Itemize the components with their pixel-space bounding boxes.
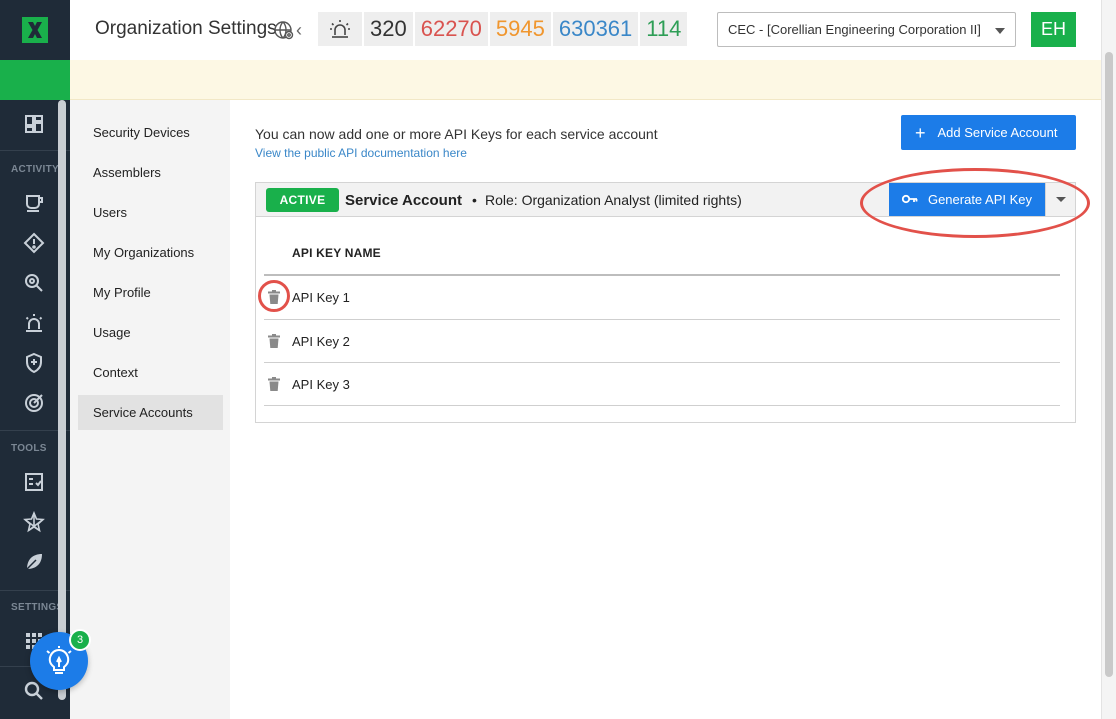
table-row: API Key 3	[264, 363, 1060, 406]
intro-text: You can now add one or more API Keys for…	[255, 126, 658, 142]
stat-critical[interactable]: 62270	[414, 12, 488, 46]
table-row: API Key 2	[264, 320, 1060, 363]
dashboard-icon[interactable]	[21, 111, 47, 137]
window-scrollbar[interactable]	[1101, 0, 1116, 719]
notice-banner	[70, 60, 1101, 100]
trash-icon[interactable]	[268, 377, 280, 391]
stat-total[interactable]: 320	[364, 12, 413, 46]
stat-value: 320	[370, 16, 407, 41]
api-key-name: API Key 3	[292, 377, 350, 392]
key-icon	[901, 192, 918, 207]
alert-stats: 320 62270 5945 630361 114	[318, 12, 689, 46]
stat-value: 62270	[420, 16, 482, 41]
subnav-item-my-profile[interactable]: My Profile	[78, 275, 223, 310]
target-icon[interactable]	[21, 390, 47, 416]
generate-api-key-button[interactable]: Generate API Key	[889, 183, 1045, 216]
chevron-down-icon	[995, 28, 1005, 34]
trash-icon[interactable]	[268, 334, 280, 348]
globe-settings-icon[interactable]	[273, 19, 295, 41]
app-logo[interactable]	[0, 0, 70, 60]
subnav-item-security-devices[interactable]: Security Devices	[78, 115, 223, 150]
collapse-chevron-icon[interactable]: ‹	[296, 20, 302, 41]
alarm-stat-icon[interactable]	[318, 12, 362, 46]
logo-icon	[22, 17, 48, 43]
api-docs-link[interactable]: View the public API documentation here	[255, 146, 467, 160]
api-key-name-header: API KEY NAME	[292, 246, 381, 260]
table-row: API Key 1	[264, 276, 1060, 319]
organization-select[interactable]: CEC - [Corellian Engineering Corporation…	[717, 12, 1016, 47]
threat-search-icon[interactable]	[21, 270, 47, 296]
main-content: You can now add one or more API Keys for…	[230, 100, 1101, 719]
generate-api-key-label: Generate API Key	[927, 192, 1033, 207]
activity-cup-icon[interactable]	[21, 190, 47, 216]
stat-value: 114	[646, 16, 682, 41]
subnav-item-my-organizations[interactable]: My Organizations	[78, 235, 223, 270]
status-badge: ACTIVE	[266, 188, 339, 212]
shield-icon[interactable]	[21, 350, 47, 376]
subnav-item-usage[interactable]: Usage	[78, 315, 223, 350]
network-star-icon[interactable]	[21, 509, 47, 535]
api-key-name: API Key 2	[292, 334, 350, 349]
organization-select-value: CEC - [Corellian Engineering Corporation…	[728, 22, 981, 37]
role-separator: •	[472, 192, 477, 208]
checklist-icon[interactable]	[21, 469, 47, 495]
leaf-icon[interactable]	[21, 549, 47, 575]
subnav-item-service-accounts[interactable]: Service Accounts	[78, 395, 223, 430]
top-header: Organization Settings ‹ 320 62270 5945 6…	[70, 0, 1101, 60]
caret-down-icon	[1056, 197, 1066, 202]
subnav-item-context[interactable]: Context	[78, 355, 223, 390]
alarm-icon[interactable]	[21, 310, 47, 336]
service-account-title: Service Account	[345, 192, 462, 209]
settings-subnav: Security Devices Assemblers Users My Org…	[70, 100, 230, 719]
subnav-item-assemblers[interactable]: Assemblers	[78, 155, 223, 190]
add-service-account-button[interactable]: + Add Service Account	[901, 115, 1076, 150]
stat-low[interactable]: 114	[640, 12, 688, 46]
rail-accent-bar	[0, 60, 70, 100]
api-key-name: API Key 1	[292, 290, 350, 305]
icon-rail: ACTIVITY TOOLS SETTINGS	[0, 0, 70, 719]
window-scrollbar-thumb[interactable]	[1105, 52, 1113, 677]
generate-options-dropdown[interactable]	[1045, 183, 1075, 216]
add-service-account-label: Add Service Account	[937, 125, 1058, 140]
service-account-card: ACTIVE Service Account • Role: Organizat…	[255, 182, 1076, 423]
service-account-role: Role: Organization Analyst (limited righ…	[485, 192, 742, 208]
stat-high[interactable]: 5945	[489, 12, 551, 46]
rail-scrollbar[interactable]	[58, 100, 66, 700]
user-avatar[interactable]: EH	[1031, 12, 1076, 47]
plus-icon: +	[915, 122, 926, 143]
page-title: Organization Settings	[95, 18, 277, 39]
service-account-header: ACTIVE Service Account • Role: Organizat…	[256, 183, 1075, 217]
subnav-item-users[interactable]: Users	[78, 195, 223, 230]
alert-diamond-icon[interactable]	[21, 230, 47, 256]
trash-icon[interactable]	[268, 290, 280, 304]
row-divider	[264, 405, 1060, 406]
help-notification-badge: 3	[69, 629, 91, 651]
stat-medium[interactable]: 630361	[552, 12, 639, 46]
stat-value: 5945	[495, 16, 545, 41]
stat-value: 630361	[558, 16, 633, 41]
